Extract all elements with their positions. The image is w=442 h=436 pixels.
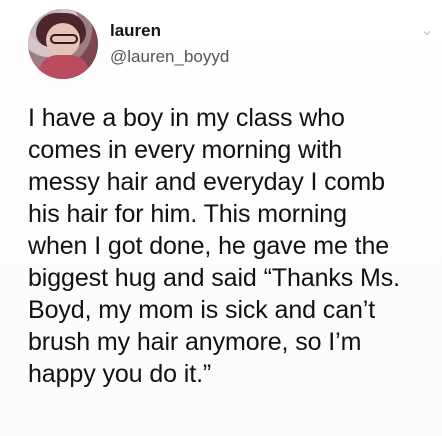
- user-handle[interactable]: @lauren_boyyd: [110, 47, 229, 67]
- avatar-shirt: [38, 55, 90, 79]
- avatar[interactable]: [28, 9, 98, 79]
- tweet-card: lauren @lauren_boyyd ⌄ I have a boy in m…: [0, 0, 442, 436]
- display-name[interactable]: lauren: [110, 21, 229, 41]
- chevron-down-icon[interactable]: ⌄: [420, 23, 434, 39]
- user-names: lauren @lauren_boyyd: [110, 21, 229, 67]
- tweet-header: lauren @lauren_boyyd: [28, 9, 229, 79]
- avatar-glasses: [50, 34, 78, 44]
- tweet-text: I have a boy in my class who comes in ev…: [28, 104, 401, 388]
